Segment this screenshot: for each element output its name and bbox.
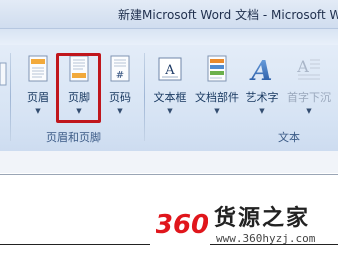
dropdown-arrow-icon: ▼ [306, 107, 312, 115]
document-margin-band [0, 151, 338, 173]
header-icon [26, 55, 50, 86]
dropdown-arrow-icon: ▼ [35, 107, 41, 115]
header-button[interactable]: 页眉 ▼ [18, 55, 58, 121]
logo-360-text: 360 [156, 210, 208, 240]
footer-highlight-box [56, 53, 101, 123]
separator [10, 53, 11, 141]
watermark-url: www.360hyzj.com [216, 232, 316, 245]
quick-parts-icon [204, 55, 230, 86]
dropdown-arrow-icon: ▼ [259, 107, 265, 115]
text-underline [0, 244, 150, 245]
quick-parts-button-label: 文档部件 [195, 91, 239, 104]
title-bar: 新建Microsoft Word 文档 - Microsoft W [0, 0, 338, 29]
svg-text:A: A [164, 63, 175, 78]
wordart-button-label: 艺术字 [245, 91, 279, 104]
svg-text:A: A [296, 57, 309, 76]
drop-cap-button[interactable]: A 首字下沉 ▼ [282, 55, 336, 121]
partial-icon [0, 62, 7, 86]
window-title: 新建Microsoft Word 文档 - Microsoft W [118, 8, 338, 22]
text-box-button-label: 文本框 [153, 91, 187, 104]
wordart-button[interactable]: A 艺术字 ▼ [242, 55, 282, 121]
separator [144, 53, 145, 141]
dropdown-arrow-icon: ▼ [117, 107, 123, 115]
drop-cap-button-label: 首字下沉 [287, 91, 331, 104]
watermark-brand: 货源之家 [214, 205, 311, 231]
page-number-button-label: 页码 [109, 91, 131, 104]
group-label-text: 文本 [278, 131, 300, 144]
logo-360: 360 [155, 206, 209, 240]
dropdown-arrow-icon: ▼ [214, 107, 220, 115]
ribbon: 页眉 ▼ 页脚 ▼ # 页码 ▼ 页眉和页脚 A 文本框 ▼ 文档部件 ▼ A … [0, 29, 338, 152]
group-label-header-footer: 页眉和页脚 [46, 131, 101, 144]
drop-cap-icon: A [296, 55, 322, 86]
page-number-icon: # [108, 55, 132, 86]
partial-left-button[interactable] [0, 61, 8, 121]
svg-text:A: A [249, 56, 272, 83]
wordart-icon: A [249, 55, 275, 87]
text-box-button[interactable]: A 文本框 ▼ [148, 55, 192, 121]
ribbon-tab-strip [0, 29, 338, 45]
quick-parts-button[interactable]: 文档部件 ▼ [192, 55, 242, 121]
svg-text:#: # [116, 70, 124, 81]
page-number-button[interactable]: # 页码 ▼ [100, 55, 140, 121]
text-box-icon: A [157, 55, 183, 86]
header-button-label: 页眉 [27, 91, 49, 104]
dropdown-arrow-icon: ▼ [167, 107, 173, 115]
ruler-line [0, 174, 338, 175]
